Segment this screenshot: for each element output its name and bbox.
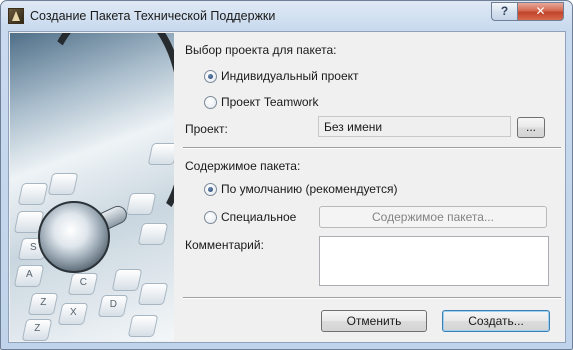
comment-textarea[interactable] xyxy=(319,236,549,286)
radio-default-content[interactable]: По умолчанию (рекомендуется) xyxy=(204,182,397,196)
keyboard-key: Z xyxy=(21,319,53,341)
create-button[interactable]: Создать... xyxy=(442,310,550,332)
cancel-button[interactable]: Отменить xyxy=(321,310,427,332)
keyboard-key: C xyxy=(67,273,99,295)
package-contents-button[interactable]: Содержимое пакета... xyxy=(319,206,547,228)
radio-button[interactable] xyxy=(204,95,217,109)
comment-label: Комментарий: xyxy=(185,238,264,252)
radio-teamwork-project[interactable]: Проект Teamwork xyxy=(204,95,319,109)
support-package-form: Выбор проекта для пакета: Индивидуальный… xyxy=(175,32,567,344)
radio-label: По умолчанию (рекомендуется) xyxy=(221,182,398,196)
keyboard-key: X xyxy=(57,303,89,325)
stethoscope-chestpiece xyxy=(38,201,110,273)
keyboard-key: A xyxy=(13,265,45,287)
key-glyph: Z xyxy=(40,297,47,308)
keyboard-key xyxy=(111,269,143,291)
radio-button-checked[interactable] xyxy=(204,69,217,83)
key-glyph: A xyxy=(25,269,33,280)
stethoscope-keyboard-image: S C A Z X D Z xyxy=(10,33,174,341)
window-title: Создание Пакета Технической Поддержки xyxy=(30,9,276,23)
radio-individual-project[interactable]: Индивидуальный проект xyxy=(204,69,359,83)
keyboard-key xyxy=(137,283,169,305)
key-glyph: X xyxy=(69,307,77,318)
project-section-heading: Выбор проекта для пакета: xyxy=(185,43,337,57)
keyboard-key xyxy=(127,315,159,337)
section-divider xyxy=(183,147,561,149)
radio-custom-content[interactable]: Специальное xyxy=(204,210,296,224)
radio-button[interactable] xyxy=(204,210,217,224)
radio-label: Проект Teamwork xyxy=(221,95,319,109)
app-icon xyxy=(8,8,24,24)
key-glyph: C xyxy=(79,277,87,288)
browse-project-button[interactable]: ... xyxy=(517,117,545,138)
key-glyph: D xyxy=(109,299,117,310)
radio-label: Индивидуальный проект xyxy=(221,69,359,83)
footer-divider xyxy=(183,297,561,299)
radio-label: Специальное xyxy=(221,210,297,224)
dialog-window: Создание Пакета Технической Поддержки ? … xyxy=(0,0,573,350)
title-bar[interactable]: Создание Пакета Технической Поддержки ? … xyxy=(1,1,572,31)
project-label: Проект: xyxy=(185,122,228,136)
dialog-client-area: S C A Z X D Z Выбор проекта для пакета: … xyxy=(8,31,566,343)
radio-button-checked[interactable] xyxy=(204,182,217,196)
keyboard-key: D xyxy=(97,295,129,317)
help-button[interactable]: ? xyxy=(491,2,518,21)
project-name-field: Без имени xyxy=(318,116,511,137)
keyboard-key: Z xyxy=(27,293,59,315)
close-button[interactable]: ✕ xyxy=(517,2,564,21)
key-glyph: Z xyxy=(34,323,41,334)
keyboard-key xyxy=(17,183,49,205)
content-section-heading: Содержимое пакета: xyxy=(185,159,301,173)
